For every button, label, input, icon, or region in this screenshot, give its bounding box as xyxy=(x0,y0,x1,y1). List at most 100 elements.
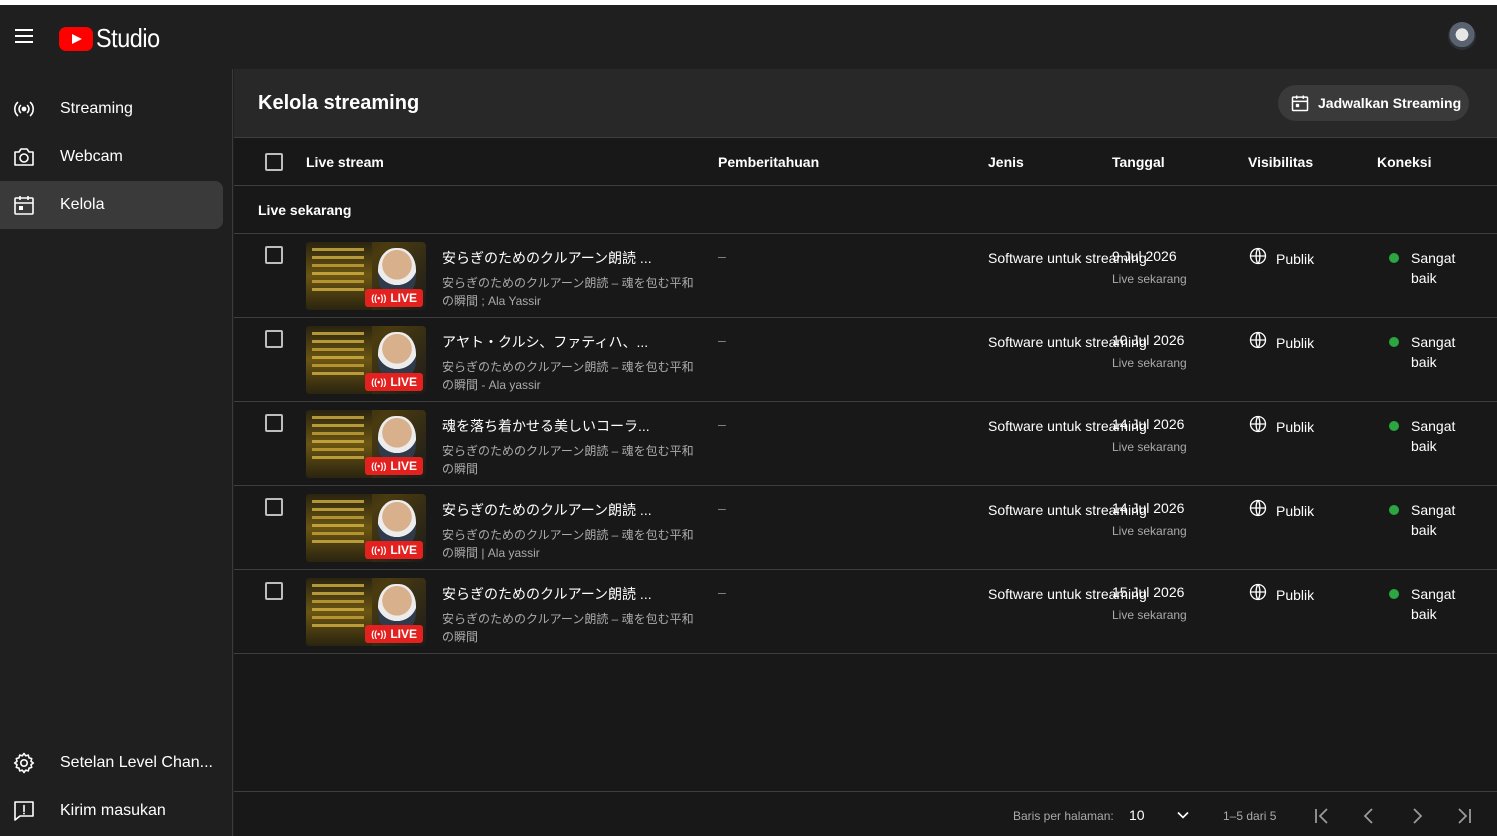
last-page-icon[interactable] xyxy=(1452,804,1476,828)
calendar-add-icon xyxy=(1290,93,1310,113)
sidebar-item-label: Kirim masukan xyxy=(60,802,166,819)
hamburger-menu-icon[interactable] xyxy=(12,25,36,49)
stream-title[interactable]: 魂を落ち着かせる美しいコーラ... xyxy=(442,416,650,436)
table-row[interactable]: ((•)) LIVE 魂を落ち着かせる美しいコーラ... 安らぎのためのクルアーン… xyxy=(234,402,1497,486)
row-checkbox[interactable] xyxy=(265,330,283,348)
stream-date-status: Live sekarang xyxy=(1112,272,1187,286)
column-visibility[interactable]: Visibilitas xyxy=(1248,154,1313,170)
main-content: Kelola streaming Jadwalkan Streaming Liv… xyxy=(234,69,1497,836)
notification-value: – xyxy=(718,332,726,348)
stream-description: 安らぎのためのクルアーン朗読 – 魂を包む平和の瞬間 xyxy=(442,444,694,476)
visibility[interactable]: Publik xyxy=(1248,246,1314,271)
sidebar-item-label: Streaming xyxy=(60,100,133,117)
stream-description: 安らぎのためのクルアーン朗読 – 魂を包む平和の瞬間 | Ala yassir xyxy=(442,528,694,560)
stream-description: 安らぎのためのクルアーン朗読 – 魂を包む平和の瞬間 - Ala yassir xyxy=(442,360,694,392)
sidebar: Streaming Webcam Kelola Setelan Level Ch… xyxy=(0,69,233,836)
stream-description: 安らぎのためのクルアーン朗読 – 魂を包む平和の瞬間 xyxy=(442,612,694,644)
stream-title[interactable]: 安らぎのためのクルアーン朗読 ... xyxy=(442,248,652,268)
live-badge: ((•)) LIVE xyxy=(365,373,423,391)
globe-icon xyxy=(1248,330,1268,355)
visibility[interactable]: Publik xyxy=(1248,414,1314,439)
row-checkbox[interactable] xyxy=(265,582,283,600)
feedback-icon xyxy=(12,799,36,823)
studio-logo[interactable]: Studio xyxy=(59,23,167,54)
row-checkbox[interactable] xyxy=(265,498,283,516)
column-notification[interactable]: Pemberitahuan xyxy=(718,154,819,170)
live-broadcast-icon: ((•)) xyxy=(371,629,387,639)
connection-status: Sangat baik xyxy=(1411,250,1456,286)
previous-page-icon[interactable] xyxy=(1357,804,1381,828)
stream-thumbnail[interactable]: ((•)) LIVE xyxy=(306,326,426,394)
row-checkbox[interactable] xyxy=(265,246,283,264)
sidebar-item-settings[interactable]: Setelan Level Chan... xyxy=(0,739,223,787)
column-type[interactable]: Jenis xyxy=(988,154,1024,170)
live-badge: ((•)) LIVE xyxy=(365,289,423,307)
logo-text: Studio xyxy=(96,23,160,53)
stream-description: 安らぎのためのクルアーン朗読 – 魂を包む平和の瞬間 ; Ala Yassir xyxy=(442,276,694,308)
table-row[interactable]: ((•)) LIVE 安らぎのためのクルアーン朗読 ... 安らぎのためのクルアー… xyxy=(234,570,1497,654)
visibility[interactable]: Publik xyxy=(1248,582,1314,607)
table-row[interactable]: ((•)) LIVE 安らぎのためのクルアーン朗読 ... 安らぎのためのクルアー… xyxy=(234,234,1497,318)
live-badge-label: LIVE xyxy=(390,627,417,641)
connection-status-dot xyxy=(1389,421,1399,431)
notification-value: – xyxy=(718,500,726,516)
page-header: Kelola streaming Jadwalkan Streaming xyxy=(234,69,1497,138)
stream-title[interactable]: アヤト・クルシ、ファティハ、... xyxy=(442,332,648,352)
live-broadcast-icon: ((•)) xyxy=(371,461,387,471)
visibility-label: Publik xyxy=(1276,586,1315,603)
sidebar-item-feedback[interactable]: Kirim masukan xyxy=(0,787,223,835)
live-badge: ((•)) LIVE xyxy=(365,541,423,559)
sidebar-item-label: Setelan Level Chan... xyxy=(60,754,213,771)
sidebar-item-streaming[interactable]: Streaming xyxy=(0,85,223,133)
sidebar-item-webcam[interactable]: Webcam xyxy=(0,133,223,181)
section-live-now: Live sekarang xyxy=(234,186,1497,234)
pagination-bar: Baris per halaman: 10 1–5 dari 5 xyxy=(234,791,1497,836)
globe-icon xyxy=(1248,246,1268,271)
live-broadcast-icon: ((•)) xyxy=(371,293,387,303)
live-badge-label: LIVE xyxy=(390,375,417,389)
live-badge-label: LIVE xyxy=(390,543,417,557)
connection-status: Sangat baik xyxy=(1411,502,1456,538)
stream-title[interactable]: 安らぎのためのクルアーン朗読 ... xyxy=(442,584,652,604)
connection-status-dot xyxy=(1389,505,1399,515)
connection-status-dot xyxy=(1389,253,1399,263)
stream-date-status: Live sekarang xyxy=(1112,356,1187,370)
select-all-checkbox[interactable] xyxy=(265,153,283,171)
sidebar-item-kelola[interactable]: Kelola xyxy=(0,181,223,229)
connection-status-dot xyxy=(1389,589,1399,599)
stream-date-status: Live sekarang xyxy=(1112,440,1187,454)
visibility-label: Publik xyxy=(1276,418,1315,435)
row-checkbox[interactable] xyxy=(265,414,283,432)
table-row[interactable]: ((•)) LIVE 安らぎのためのクルアーン朗読 ... 安らぎのためのクルアー… xyxy=(234,486,1497,570)
connection-status: Sangat baik xyxy=(1411,334,1456,370)
chevron-down-icon[interactable] xyxy=(1173,805,1193,825)
studio-app: Studio Streaming Webcam Kelola Setelan L… xyxy=(0,5,1497,836)
column-date[interactable]: Tanggal xyxy=(1112,154,1165,170)
avatar[interactable] xyxy=(1448,22,1476,50)
column-connection[interactable]: Koneksi xyxy=(1377,154,1431,170)
stream-thumbnail[interactable]: ((•)) LIVE xyxy=(306,578,426,646)
connection-status: Sangat baik xyxy=(1411,418,1456,454)
first-page-icon[interactable] xyxy=(1310,804,1334,828)
live-badge-label: LIVE xyxy=(390,291,417,305)
visibility[interactable]: Publik xyxy=(1248,330,1314,355)
rows-per-page-value[interactable]: 10 xyxy=(1129,807,1145,823)
sidebar-item-label: Webcam xyxy=(60,148,123,165)
next-page-icon[interactable] xyxy=(1405,804,1429,828)
stream-thumbnail[interactable]: ((•)) LIVE xyxy=(306,410,426,478)
table-row[interactable]: ((•)) LIVE アヤト・クルシ、ファティハ、... 安らぎのためのクルアーン… xyxy=(234,318,1497,402)
live-broadcast-icon: ((•)) xyxy=(371,545,387,555)
connection-status: Sangat baik xyxy=(1411,586,1456,622)
visibility-label: Publik xyxy=(1276,334,1315,351)
stream-thumbnail[interactable]: ((•)) LIVE xyxy=(306,494,426,562)
sidebar-item-label: Kelola xyxy=(60,196,105,213)
schedule-button-label: Jadwalkan Streaming xyxy=(1318,95,1462,111)
rows-per-page-label: Baris per halaman: xyxy=(1013,809,1114,823)
visibility-label: Publik xyxy=(1276,502,1315,519)
stream-thumbnail[interactable]: ((•)) LIVE xyxy=(306,242,426,310)
visibility[interactable]: Publik xyxy=(1248,498,1314,523)
gear-icon xyxy=(12,751,36,775)
schedule-streaming-button[interactable]: Jadwalkan Streaming xyxy=(1278,85,1469,121)
column-live-stream[interactable]: Live stream xyxy=(306,154,384,170)
stream-title[interactable]: 安らぎのためのクルアーン朗読 ... xyxy=(442,500,652,520)
